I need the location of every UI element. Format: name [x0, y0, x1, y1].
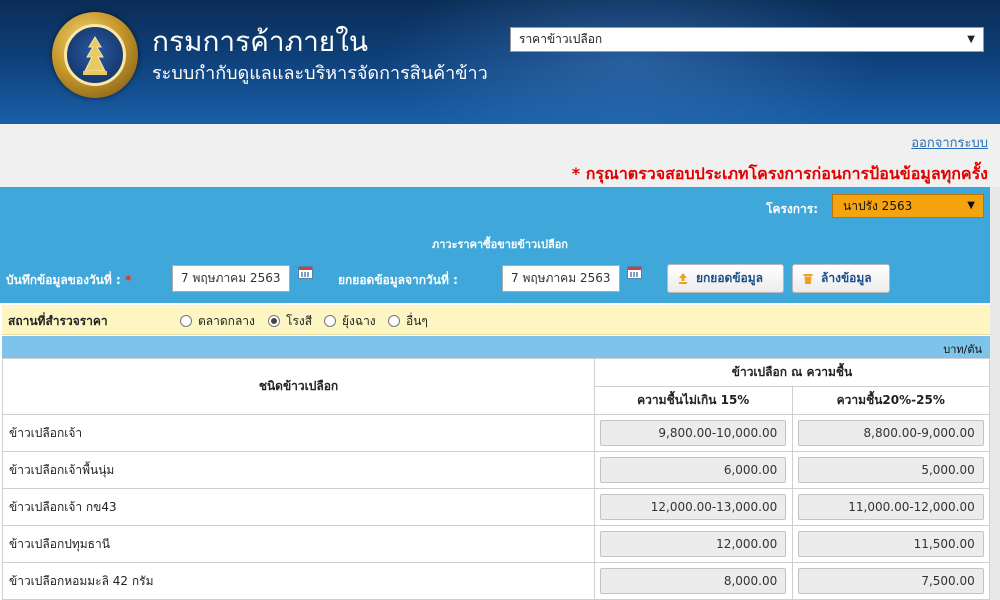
location-row: สถานที่สำรวจราคา ตลาดกลาง โรงสี ยุ้งฉาง … — [2, 305, 990, 335]
calendar-icon[interactable] — [627, 266, 642, 279]
carry-forward-label: ยกยอดข้อมูล — [696, 271, 764, 285]
radio-circle-icon — [180, 315, 192, 327]
department-seal-icon — [52, 12, 138, 98]
dropdown-arrow-icon: ▼ — [967, 200, 975, 211]
project-select-value: นาปรัง 2563 — [843, 199, 913, 213]
form-panel: โครงการ: นาปรัง 2563 ▼ ภาวะราคาซื้อขายข้… — [0, 187, 1000, 303]
price-input-15[interactable]: 12,000.00-13,000.00 — [600, 494, 787, 520]
table-row: ข้าวเปลือกเจ้าพื้นนุ่ม 6,000.00 5,000.00 — [2, 451, 990, 489]
unit-label: บาท/ตัน — [943, 343, 982, 356]
radio-other[interactable]: อื่นๆ — [388, 312, 428, 331]
record-date-input[interactable]: 7 พฤษภาคม 2563 — [172, 265, 290, 292]
col-moisture-20-25: ความชื้น20%-25% — [791, 386, 990, 415]
price-input-20-25[interactable]: 5,000.00 — [797, 457, 984, 483]
table-row: ข้าวเปลือกหอมมะลิ 42 กรัม 8,000.00 7,500… — [2, 562, 990, 600]
project-label: โครงการ: — [766, 202, 819, 216]
location-title: สถานที่สำรวจราคา — [8, 314, 108, 328]
col-moisture-group: ข้าวเปลือก ณ ความชื้น — [594, 358, 990, 387]
calendar-icon[interactable] — [298, 266, 313, 279]
rice-type-label: ข้าวเปลือกเจ้า — [2, 414, 595, 452]
warning-message: * กรุณาตรวจสอบประเภทโครงการก่อนการป้อนข้… — [571, 164, 988, 183]
org-subtitle: ระบบกำกับดูแลและบริหารจัดการสินค้าข้าว — [152, 63, 488, 84]
record-date-label: บันทึกข้อมูลของวันที่ : * — [6, 273, 132, 287]
page-scrollbar[interactable] — [990, 187, 1000, 600]
radio-market[interactable]: ตลาดกลาง — [180, 312, 255, 331]
project-select[interactable]: นาปรัง 2563 ▼ — [832, 194, 984, 218]
section-title: ภาวะราคาซื้อขายข้าวเปลือก — [432, 238, 568, 251]
upload-icon — [679, 273, 687, 284]
radio-circle-icon — [268, 315, 280, 327]
price-input-15[interactable]: 9,800.00-10,000.00 — [600, 420, 787, 446]
price-input-20-25[interactable]: 11,000.00-12,000.00 — [797, 494, 984, 520]
notice-strip: ออกจากระบบ * กรุณาตรวจสอบประเภทโครงการก่… — [0, 124, 1000, 187]
unit-bar: บาท/ตัน — [2, 336, 990, 358]
rice-type-label: ข้าวเปลือกหอมมะลิ 42 กรัม — [2, 562, 595, 600]
price-input-15[interactable]: 8,000.00 — [600, 568, 787, 594]
trash-icon — [803, 274, 813, 284]
table-row: ข้าวเปลือกเจ้า 9,800.00-10,000.00 8,800.… — [2, 414, 990, 452]
radio-circle-icon — [388, 315, 400, 327]
table-row: ข้าวเปลือกปทุมธานี 12,000.00 11,500.00 — [2, 525, 990, 563]
logout-link[interactable]: ออกจากระบบ — [911, 132, 988, 153]
menu-select[interactable]: ราคาข้าวเปลือก ▼ — [510, 27, 984, 52]
price-input-20-25[interactable]: 11,500.00 — [797, 531, 984, 557]
price-input-20-25[interactable]: 8,800.00-9,000.00 — [797, 420, 984, 446]
rice-type-label: ข้าวเปลือกเจ้า กข43 — [2, 488, 595, 526]
radio-circle-icon — [324, 315, 336, 327]
col-rice-type: ชนิดข้าวเปลือก — [2, 358, 595, 415]
rice-type-label: ข้าวเปลือกเจ้าพื้นนุ่ม — [2, 451, 595, 489]
carry-forward-button[interactable]: ยกยอดข้อมูล — [667, 264, 784, 293]
clear-button[interactable]: ล้างข้อมูล — [792, 264, 890, 293]
radio-mill[interactable]: โรงสี — [268, 312, 312, 331]
dropdown-arrow-icon: ▼ — [967, 34, 975, 45]
table-row: ข้าวเปลือกเจ้า กข43 12,000.00-13,000.00 … — [2, 488, 990, 526]
clear-label: ล้างข้อมูล — [821, 271, 872, 285]
menu-select-value: ราคาข้าวเปลือก — [519, 32, 603, 46]
price-input-20-25[interactable]: 7,500.00 — [797, 568, 984, 594]
carry-date-label: ยกยอดข้อมูลจากวันที่ : — [338, 273, 458, 287]
site-header: กรมการค้าภายใน ระบบกำกับดูแลและบริหารจัด… — [0, 0, 1000, 124]
rice-type-label: ข้าวเปลือกปทุมธานี — [2, 525, 595, 563]
price-input-15[interactable]: 6,000.00 — [600, 457, 787, 483]
carry-date-input[interactable]: 7 พฤษภาคม 2563 — [502, 265, 620, 292]
radio-granary[interactable]: ยุ้งฉาง — [324, 312, 376, 331]
price-table: ชนิดข้าวเปลือก ข้าวเปลือก ณ ความชื้น ควา… — [2, 358, 990, 600]
price-input-15[interactable]: 12,000.00 — [600, 531, 787, 557]
col-moisture-15: ความชื้นไม่เกิน 15% — [594, 386, 793, 415]
